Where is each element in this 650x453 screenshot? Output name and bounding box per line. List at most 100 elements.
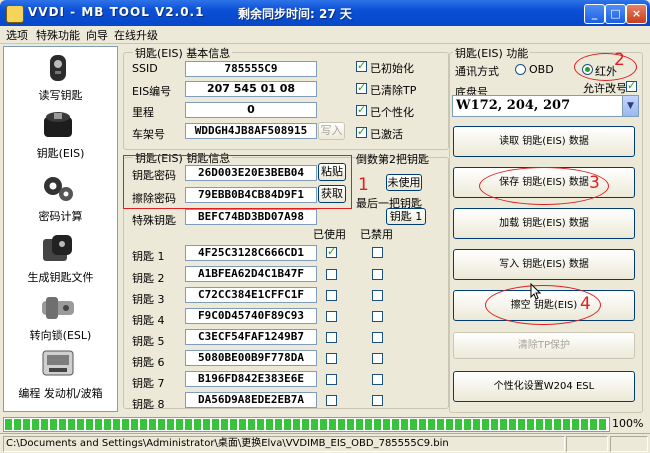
key-7-label: 钥匙 7 (132, 377, 165, 390)
initialized-checkbox[interactable] (356, 59, 367, 72)
disabled-column-header: 已禁用 (360, 228, 393, 241)
menu-bar: 选项 特殊功能 向导 在线升级 (0, 26, 650, 44)
load-eis-data-button[interactable]: 加载 钥匙(EIS) 数据 (453, 208, 635, 239)
annotation-number-3: 3 (589, 173, 600, 193)
eis-number-field[interactable]: 207 545 01 08 (185, 81, 317, 97)
progress-bar (3, 417, 610, 432)
tp-cleared-checkbox[interactable] (356, 81, 367, 94)
key-3-label: 钥匙 3 (132, 293, 165, 306)
annotation-number-4: 4 (580, 294, 591, 314)
mileage-label: 里程 (132, 106, 154, 119)
activated-checkbox[interactable] (356, 125, 367, 138)
menu-online-update[interactable]: 在线升级 (114, 27, 158, 43)
chassis-select[interactable]: W172, 204, 207 (452, 95, 623, 117)
sidebar-item-label: 读写钥匙 (38, 89, 83, 102)
gears-icon (44, 177, 73, 201)
key-2-disabled-checkbox[interactable] (372, 269, 383, 280)
allow-vin-change-checkbox[interactable] (626, 79, 637, 92)
key-5-disabled-checkbox[interactable] (372, 332, 383, 343)
key-file-icon (43, 235, 72, 261)
eis-number-label: EIS编号 (132, 85, 172, 98)
mouse-cursor-icon (530, 283, 542, 300)
key-5-field[interactable]: C3ECF54FAF1249B7 (185, 329, 317, 345)
key-6-used-checkbox[interactable] (326, 353, 337, 364)
key-7-used-checkbox[interactable] (326, 374, 337, 385)
progress-fill (5, 419, 608, 430)
used-column-header: 已使用 (313, 228, 346, 241)
initialized-label: 已初始化 (370, 62, 414, 75)
key-2-label: 钥匙 2 (132, 272, 165, 285)
key-3-disabled-checkbox[interactable] (372, 290, 383, 301)
comm-method-label: 通讯方式 (455, 65, 499, 78)
status-file-path: C:\Documents and Settings\Administrator\… (3, 436, 565, 452)
sidebar-item-eis[interactable]: 钥匙(EIS) (4, 107, 117, 179)
key-3-field[interactable]: C72CC384E1CFFC1F (185, 287, 317, 303)
read-eis-data-button[interactable]: 读取 钥匙(EIS) 数据 (453, 126, 635, 157)
key-7-field[interactable]: B196FD842E383E6E (185, 371, 317, 387)
allow-vin-change-label: 允许改号 (583, 82, 627, 95)
key-6-label: 钥匙 6 (132, 356, 165, 369)
write-eis-data-button[interactable]: 写入 钥匙(EIS) 数据 (453, 249, 635, 280)
key-8-disabled-checkbox[interactable] (372, 395, 383, 406)
window-title: VVDI - MB TOOL V2.0.1 (28, 5, 205, 19)
key-6-disabled-checkbox[interactable] (372, 353, 383, 364)
sidebar: 读写钥匙 钥匙(EIS) 密码计算 生成钥匙文件 转向锁(ESL) 编程 发动机… (3, 46, 118, 412)
key-5-label: 钥匙 5 (132, 335, 165, 348)
minimize-button[interactable]: _ (584, 4, 605, 24)
menu-special-functions[interactable]: 特殊功能 (36, 27, 80, 43)
key-2-field[interactable]: A1BFEA62D4C1B47F (185, 266, 317, 282)
key-7-disabled-checkbox[interactable] (372, 374, 383, 385)
key-4-label: 钥匙 4 (132, 314, 165, 327)
key-8-used-checkbox[interactable] (326, 395, 337, 406)
last-key-button[interactable]: 钥匙 1 (386, 208, 426, 225)
key-6-field[interactable]: 5080BE00B9F778DA (185, 350, 317, 366)
annotation-ellipse-2 (574, 53, 637, 81)
annotation-number-2: 2 (614, 50, 625, 70)
vin-field[interactable]: WDDGH4JB8AF508915 (185, 123, 317, 139)
key-4-field[interactable]: F9C0D45740F89C93 (185, 308, 317, 324)
personalized-label: 已个性化 (370, 106, 414, 119)
maximize-button[interactable]: □ (605, 4, 626, 24)
key-8-field[interactable]: DA56D9A8EDE2EB7A (185, 392, 317, 408)
key-4-disabled-checkbox[interactable] (372, 311, 383, 322)
sidebar-item-program-engine-gearbox[interactable]: 编程 发动机/波箱 (4, 345, 117, 417)
key-1-field[interactable]: 4F25C3128C666CD1 (185, 245, 317, 261)
eis-function-title: 钥匙(EIS) 功能 (453, 45, 531, 61)
key-1-disabled-checkbox[interactable] (372, 247, 383, 258)
annotation-number-1: 1 (358, 175, 369, 195)
annotation-box-1 (123, 155, 352, 209)
obd-radio[interactable] (515, 64, 526, 75)
status-cell-2 (566, 436, 608, 452)
close-button[interactable]: × (626, 4, 647, 24)
activated-label: 已激活 (370, 128, 403, 141)
menu-wizard[interactable]: 向导 (86, 27, 108, 43)
ignition-switch-icon (44, 112, 72, 137)
key-1-label: 钥匙 1 (132, 250, 165, 263)
status-bar: C:\Documents and Settings\Administrator\… (0, 433, 650, 453)
key-3-used-checkbox[interactable] (326, 290, 337, 301)
sidebar-item-label: 密码计算 (38, 210, 83, 223)
vin-label: 车架号 (132, 128, 165, 141)
clear-tp-protection-button[interactable]: 清除TP保护 (453, 332, 635, 359)
special-key-label: 特殊钥匙 (132, 214, 176, 227)
tp-cleared-label: 已清除TP (370, 84, 417, 97)
car-key-icon (50, 55, 66, 81)
key-1-used-checkbox[interactable] (326, 245, 337, 258)
write-vin-button[interactable]: 写入 (318, 122, 345, 140)
personalized-checkbox[interactable] (356, 103, 367, 116)
key-2-used-checkbox[interactable] (326, 269, 337, 280)
chevron-down-icon[interactable]: ▼ (622, 95, 639, 117)
obd-label: OBD (529, 63, 554, 76)
sidebar-item-label: 转向锁(ESL) (29, 329, 92, 342)
title-bar[interactable]: VVDI - MB TOOL V2.0.1 剩余同步时间: 27 天 _ □ × (0, 0, 650, 26)
key-4-used-checkbox[interactable] (326, 311, 337, 322)
ssid-field[interactable]: 785555C9 (185, 61, 317, 77)
progress-text: 100% (612, 417, 644, 430)
special-key-field[interactable]: BEFC74BD3BD07A98 (185, 209, 317, 225)
key-5-used-checkbox[interactable] (326, 332, 337, 343)
menu-options[interactable]: 选项 (6, 27, 28, 43)
unused-button[interactable]: 未使用 (386, 174, 422, 191)
sidebar-item-label: 生成钥匙文件 (27, 271, 94, 284)
mileage-field[interactable]: 0 (185, 102, 317, 118)
personalize-w204-esl-button[interactable]: 个性化设置W204 ESL (453, 371, 635, 402)
